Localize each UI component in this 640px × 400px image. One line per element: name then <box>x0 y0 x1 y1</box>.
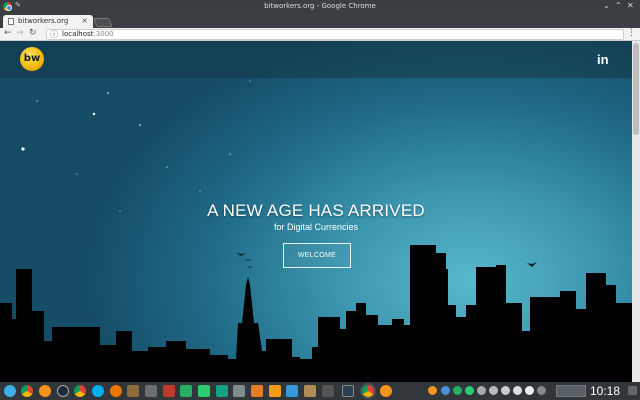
window-titlebar: ✎ bitworkers.org - Google Chrome ⌄ ⌃ ✕ <box>0 0 640 13</box>
minimize-icon[interactable]: ⌄ <box>603 1 610 10</box>
hero-title: A NEW AGE HAS ARRIVED <box>207 201 425 220</box>
window-title: bitworkers.org - Google Chrome <box>264 2 376 10</box>
linkedin-icon[interactable]: in <box>597 52 609 67</box>
settings-icon[interactable] <box>322 385 334 397</box>
scrollbar-thumb[interactable] <box>633 43 639 135</box>
page-scrollbar[interactable] <box>632 41 640 382</box>
skype-icon[interactable] <box>92 385 104 397</box>
volume-icon[interactable] <box>525 386 534 395</box>
files-icon[interactable] <box>233 385 245 397</box>
birds <box>236 253 537 268</box>
sheets-icon[interactable] <box>180 385 192 397</box>
url-text: localhost:3000 <box>62 30 114 38</box>
browser-tab[interactable]: bitworkers.org × <box>3 15 93 28</box>
pager-widget[interactable] <box>556 385 586 397</box>
info-icon[interactable]: ⓘ <box>50 29 58 40</box>
page-icon <box>8 18 14 25</box>
hero-subtitle: for Digital Currencies <box>273 222 359 232</box>
check-tray-icon[interactable] <box>465 386 474 395</box>
games-icon[interactable] <box>163 385 175 397</box>
user-tray-icon[interactable] <box>489 386 498 395</box>
url-host: localhost <box>62 30 94 38</box>
clock[interactable]: 10:18 <box>590 384 620 398</box>
folder-icon[interactable] <box>286 385 298 397</box>
reload-icon[interactable]: ↻ <box>29 28 37 38</box>
forward-arrow-icon[interactable]: → <box>16 28 24 38</box>
back-arrow-icon[interactable]: ← <box>4 28 12 38</box>
expand-tray-icon[interactable] <box>537 386 546 395</box>
bitcoin-tray-icon[interactable] <box>428 386 437 395</box>
archive-icon[interactable] <box>269 385 281 397</box>
clipboard-tray-icon[interactable] <box>501 386 510 395</box>
chrome-tray-icon[interactable] <box>477 386 486 395</box>
bitcoin-icon[interactable] <box>39 385 51 397</box>
welcome-button[interactable]: WELCOME <box>283 243 351 268</box>
close-tab-icon[interactable]: × <box>81 16 88 25</box>
slides-icon[interactable] <box>216 385 228 397</box>
bitworkers-logo[interactable]: bw <box>20 47 44 71</box>
new-tab-button[interactable] <box>93 18 113 27</box>
stars <box>21 80 251 212</box>
maximize-icon[interactable]: ⌃ <box>615 1 622 10</box>
vlc-icon[interactable] <box>251 385 263 397</box>
tab-title: bitworkers.org <box>18 17 69 25</box>
kebab-menu-icon[interactable]: ⋮ <box>627 28 636 38</box>
close-window-icon[interactable]: ✕ <box>627 1 634 10</box>
dropbox-tray-icon[interactable] <box>441 386 450 395</box>
page-viewport: bw in A NEW AGE HAS ARRIVED for Digital … <box>0 41 632 382</box>
notes-icon[interactable] <box>304 385 316 397</box>
site-header: bw in <box>0 41 632 78</box>
chrome-icon[interactable] <box>74 385 86 397</box>
url-port: :3000 <box>93 30 114 38</box>
network-tray-icon[interactable] <box>513 386 522 395</box>
steam-icon[interactable] <box>57 385 69 397</box>
terminal-icon[interactable] <box>342 385 354 397</box>
pen-icon[interactable] <box>145 385 157 397</box>
os-taskbar: 10:18 <box>0 382 640 400</box>
browser-toolbar: ← → ↻ ⓘ localhost:3000 ⋮ <box>0 28 640 41</box>
address-bar[interactable]: ⓘ localhost:3000 <box>46 29 624 40</box>
blender-icon[interactable] <box>110 385 122 397</box>
sync-tray-icon[interactable] <box>453 386 462 395</box>
brush-icon[interactable] <box>127 385 139 397</box>
chrome-icon[interactable] <box>360 383 376 399</box>
chrome-icon[interactable] <box>21 385 33 397</box>
show-desktop-icon[interactable] <box>628 386 637 395</box>
spreadsheet-icon[interactable] <box>198 385 210 397</box>
kde-menu-icon[interactable] <box>4 385 16 397</box>
bitcoin-icon[interactable] <box>380 385 392 397</box>
tab-strip: bitworkers.org × <box>0 13 640 28</box>
